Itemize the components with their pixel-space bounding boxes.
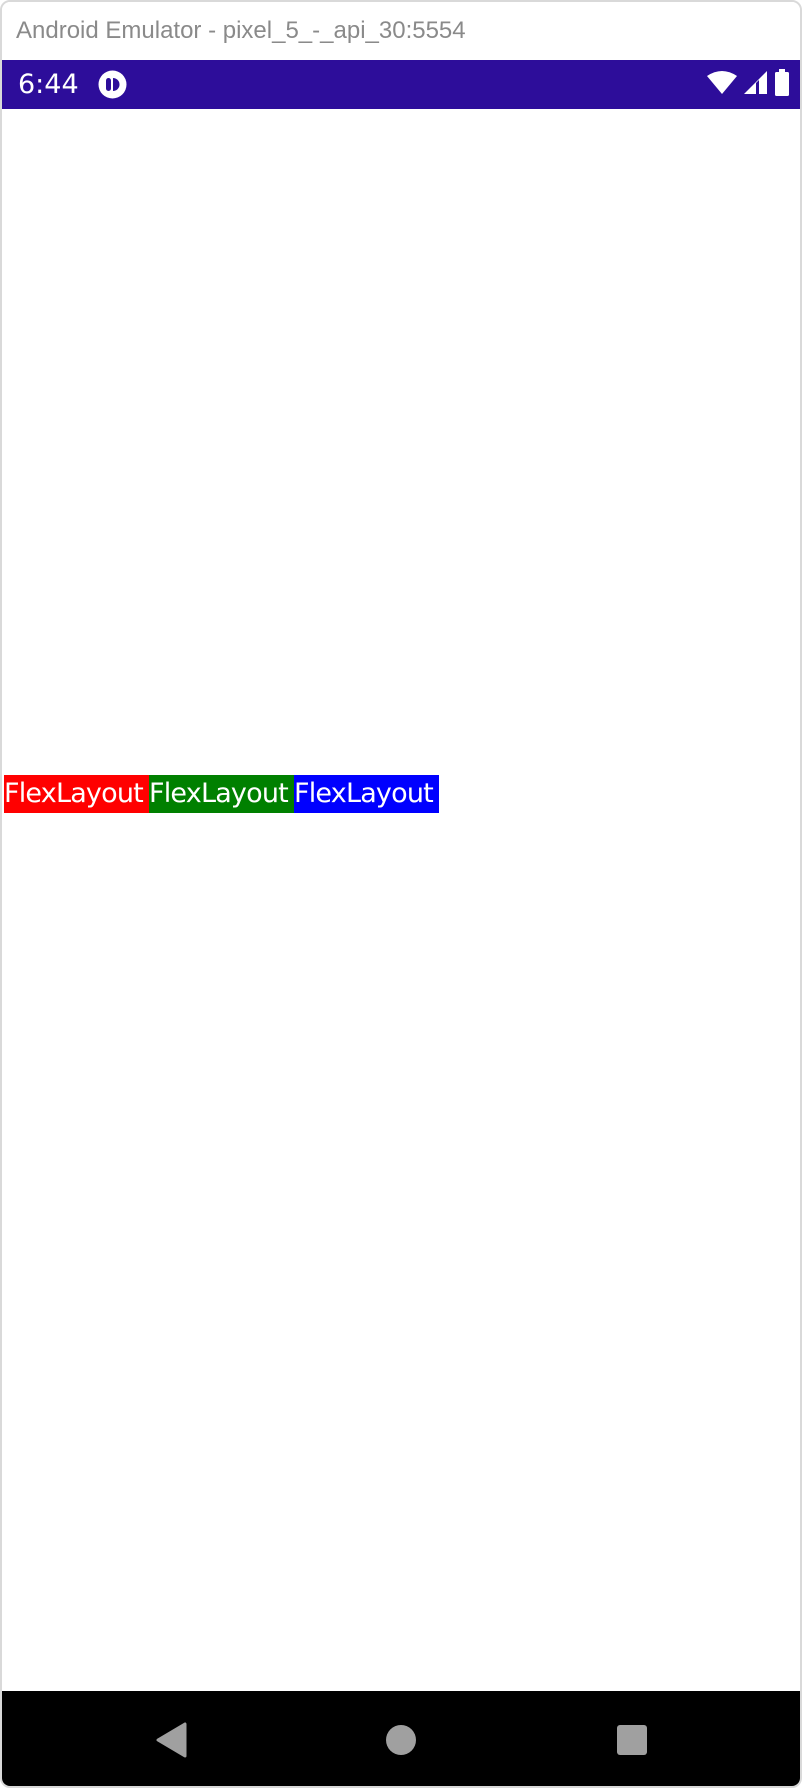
app-content bbox=[2, 109, 800, 1691]
status-bar: 6:44 bbox=[2, 60, 800, 109]
cellular-signal-icon bbox=[743, 70, 768, 99]
flex-layout: FlexLayout FlexLayout FlexLayout bbox=[4, 775, 439, 813]
back-icon bbox=[156, 1722, 187, 1758]
battery-icon bbox=[774, 69, 790, 100]
recents-button[interactable] bbox=[607, 1715, 657, 1765]
emulator-window: Android Emulator - pixel_5_-_api_30:5554… bbox=[0, 0, 802, 1788]
navigation-bar bbox=[2, 1691, 800, 1786]
flex-item-green: FlexLayout bbox=[149, 775, 294, 813]
flex-item-red: FlexLayout bbox=[4, 775, 149, 813]
wifi-icon bbox=[707, 70, 737, 99]
window-title: Android Emulator - pixel_5_-_api_30:5554 bbox=[16, 17, 466, 44]
back-button[interactable] bbox=[147, 1715, 197, 1765]
flex-item-blue: FlexLayout bbox=[294, 775, 439, 813]
status-icons bbox=[707, 69, 790, 100]
home-icon bbox=[386, 1725, 416, 1755]
app-notification-icon bbox=[98, 70, 127, 99]
home-button[interactable] bbox=[376, 1715, 426, 1765]
recents-icon bbox=[617, 1725, 647, 1755]
status-time: 6:44 bbox=[18, 69, 79, 100]
window-title-bar: Android Emulator - pixel_5_-_api_30:5554 bbox=[2, 2, 800, 60]
